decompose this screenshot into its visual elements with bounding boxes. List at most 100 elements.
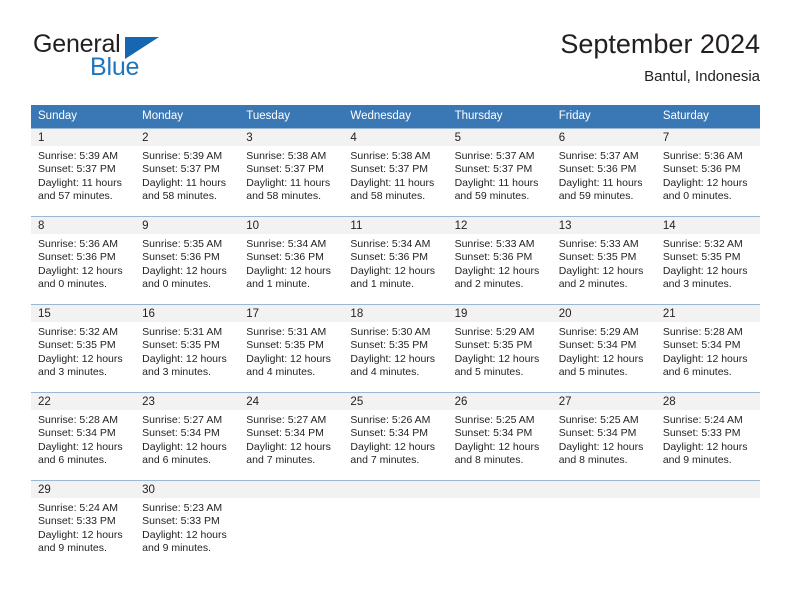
calendar-day-cell[interactable]: 24 Sunrise: 5:27 AM Sunset: 5:34 PM Dayligh… (239, 392, 344, 480)
day-details: Sunrise: 5:37 AM Sunset: 5:37 PM Daylight:… (448, 146, 552, 204)
calendar-week-row: 22 Sunrise: 5:28 AM Sunset: 5:34 PM Dayligh… (31, 392, 760, 480)
calendar-day-cell[interactable]: 2 Sunrise: 5:39 AM Sunset: 5:37 PM Daylight… (135, 128, 240, 216)
calendar-day-cell[interactable]: 25 Sunrise: 5:26 AM Sunset: 5:34 PM Dayligh… (343, 392, 448, 480)
calendar-day-cell[interactable]: 30 Sunrise: 5:23 AM Sunset: 5:33 PM Dayligh… (135, 480, 240, 568)
sunrise-text: Sunrise: 5:29 AM (454, 326, 535, 338)
calendar-day-cell[interactable]: 13 Sunrise: 5:33 AM Sunset: 5:35 PM Dayligh… (551, 216, 656, 304)
calendar-day-cell[interactable]: 19 Sunrise: 5:29 AM Sunset: 5:35 PM Dayligh… (447, 304, 552, 392)
calendar-day-cell[interactable]: 12 Sunrise: 5:33 AM Sunset: 5:36 PM Dayligh… (447, 216, 552, 304)
calendar-day-cell[interactable]: 4 Sunrise: 5:38 AM Sunset: 5:37 PM Daylight… (343, 128, 448, 216)
calendar-cell-inner: 13 Sunrise: 5:33 AM Sunset: 5:35 PM Dayligh… (551, 216, 656, 304)
calendar-day-cell[interactable]: 26 Sunrise: 5:25 AM Sunset: 5:34 PM Dayligh… (447, 392, 552, 480)
brand-name-blue: Blue (90, 53, 140, 81)
day-details: Sunrise: 5:24 AM Sunset: 5:33 PM Daylight:… (31, 498, 135, 556)
calendar-week-row: 1 Sunrise: 5:39 AM Sunset: 5:37 PM Daylight… (31, 128, 760, 216)
sunrise-text: Sunrise: 5:24 AM (662, 414, 743, 426)
calendar-day-cell[interactable]: 18 Sunrise: 5:30 AM Sunset: 5:35 PM Dayligh… (343, 304, 448, 392)
calendar-day-cell[interactable]: 21 Sunrise: 5:28 AM Sunset: 5:34 PM Dayligh… (655, 304, 760, 392)
daylight-text: Daylight: 12 hours and 9 minutes. (142, 528, 227, 555)
daylight-text: Daylight: 12 hours and 9 minutes. (662, 440, 748, 467)
calendar-cell-inner: 27 Sunrise: 5:25 AM Sunset: 5:34 PM Dayligh… (551, 392, 656, 480)
calendar-day-cell[interactable]: 5 Sunrise: 5:37 AM Sunset: 5:37 PM Daylight… (447, 128, 552, 216)
brand-logo[interactable]: General Blue (31, 28, 271, 88)
calendar-day-cell[interactable]: 6 Sunrise: 5:37 AM Sunset: 5:36 PM Daylight… (551, 128, 656, 216)
calendar-day-cell[interactable]: 29 Sunrise: 5:24 AM Sunset: 5:33 PM Dayligh… (31, 480, 136, 568)
calendar-cell-empty (655, 480, 760, 568)
day-number: 6 (551, 129, 656, 146)
sunset-text: Sunset: 5:35 PM (350, 339, 429, 352)
calendar-day-cell[interactable]: 10 Sunrise: 5:34 AM Sunset: 5:36 PM Dayligh… (239, 216, 344, 304)
calendar-cell-inner: 7 Sunrise: 5:36 AM Sunset: 5:36 PM Daylight… (655, 128, 760, 216)
page-location: Bantul, Indonesia (644, 68, 760, 85)
day-details (239, 498, 343, 502)
sunset-text: Sunset: 5:35 PM (662, 251, 741, 264)
sunrise-text: Sunrise: 5:34 AM (246, 238, 327, 250)
day-number: 16 (135, 305, 240, 322)
sunrise-text: Sunrise: 5:38 AM (350, 150, 431, 162)
day-details: Sunrise: 5:23 AM Sunset: 5:33 PM Daylight:… (135, 498, 239, 556)
day-number: 19 (447, 305, 552, 322)
day-number (447, 481, 552, 498)
calendar-cell-inner (239, 480, 344, 568)
sunset-text: Sunset: 5:34 PM (246, 427, 324, 440)
calendar-day-cell[interactable]: 15 Sunrise: 5:32 AM Sunset: 5:35 PM Dayligh… (31, 304, 136, 392)
sunset-text: Sunset: 5:37 PM (350, 163, 429, 176)
calendar-day-cell[interactable]: 20 Sunrise: 5:29 AM Sunset: 5:34 PM Dayligh… (551, 304, 656, 392)
day-number: 22 (31, 393, 136, 410)
calendar-day-cell[interactable]: 22 Sunrise: 5:28 AM Sunset: 5:34 PM Dayligh… (31, 392, 136, 480)
sunset-text: Sunset: 5:35 PM (246, 339, 324, 352)
calendar-day-cell[interactable]: 11 Sunrise: 5:34 AM Sunset: 5:36 PM Dayligh… (343, 216, 448, 304)
day-details: Sunrise: 5:30 AM Sunset: 5:35 PM Daylight:… (343, 322, 447, 380)
day-details: Sunrise: 5:31 AM Sunset: 5:35 PM Daylight:… (239, 322, 343, 380)
sunset-text: Sunset: 5:34 PM (558, 427, 637, 440)
day-number: 25 (343, 393, 448, 410)
calendar-cell-inner: 6 Sunrise: 5:37 AM Sunset: 5:36 PM Daylight… (551, 128, 656, 216)
day-number: 15 (31, 305, 136, 322)
sunset-text: Sunset: 5:37 PM (142, 163, 220, 176)
sunset-text: Sunset: 5:35 PM (454, 339, 533, 352)
day-details: Sunrise: 5:36 AM Sunset: 5:36 PM Daylight:… (656, 146, 760, 204)
calendar-day-cell[interactable]: 3 Sunrise: 5:38 AM Sunset: 5:37 PM Daylight… (239, 128, 344, 216)
calendar-day-cell[interactable]: 16 Sunrise: 5:31 AM Sunset: 5:35 PM Dayligh… (135, 304, 240, 392)
sunset-text: Sunset: 5:34 PM (350, 427, 429, 440)
sunset-text: Sunset: 5:35 PM (142, 339, 220, 352)
sunset-text: Sunset: 5:36 PM (142, 251, 220, 264)
sunset-text: Sunset: 5:33 PM (38, 515, 116, 528)
calendar-day-cell[interactable]: 28 Sunrise: 5:24 AM Sunset: 5:33 PM Dayligh… (655, 392, 760, 480)
sunset-text: Sunset: 5:34 PM (662, 339, 741, 352)
sunset-text: Sunset: 5:35 PM (558, 251, 637, 264)
calendar-day-cell[interactable]: 27 Sunrise: 5:25 AM Sunset: 5:34 PM Dayligh… (551, 392, 656, 480)
calendar-day-cell[interactable]: 14 Sunrise: 5:32 AM Sunset: 5:35 PM Dayligh… (655, 216, 760, 304)
sunset-text: Sunset: 5:36 PM (662, 163, 741, 176)
daylight-text: Daylight: 11 hours and 57 minutes. (38, 176, 122, 203)
calendar-day-cell[interactable]: 9 Sunrise: 5:35 AM Sunset: 5:36 PM Daylight… (135, 216, 240, 304)
calendar-cell-inner: 18 Sunrise: 5:30 AM Sunset: 5:35 PM Dayligh… (343, 304, 448, 392)
weekday-header-monday: Monday (135, 105, 240, 128)
daylight-text: Daylight: 12 hours and 6 minutes. (38, 440, 123, 467)
day-details: Sunrise: 5:35 AM Sunset: 5:36 PM Daylight:… (135, 234, 239, 292)
day-details: Sunrise: 5:36 AM Sunset: 5:36 PM Daylight:… (31, 234, 135, 292)
calendar-week-row: 29 Sunrise: 5:24 AM Sunset: 5:33 PM Dayligh… (31, 480, 760, 568)
calendar-cell-inner: 2 Sunrise: 5:39 AM Sunset: 5:37 PM Daylight… (135, 128, 240, 216)
calendar-day-cell[interactable]: 1 Sunrise: 5:39 AM Sunset: 5:37 PM Daylight… (31, 128, 136, 216)
sunset-text: Sunset: 5:37 PM (246, 163, 324, 176)
day-details: Sunrise: 5:37 AM Sunset: 5:36 PM Daylight:… (552, 146, 656, 204)
day-details: Sunrise: 5:31 AM Sunset: 5:35 PM Daylight:… (135, 322, 239, 380)
sunset-text: Sunset: 5:36 PM (350, 251, 429, 264)
calendar-day-cell[interactable]: 23 Sunrise: 5:27 AM Sunset: 5:34 PM Dayligh… (135, 392, 240, 480)
weekday-header-saturday: Saturday (655, 105, 760, 128)
calendar-cell-inner: 28 Sunrise: 5:24 AM Sunset: 5:33 PM Dayligh… (655, 392, 760, 480)
daylight-text: Daylight: 12 hours and 1 minute. (350, 264, 436, 291)
day-number: 13 (551, 217, 656, 234)
calendar-day-cell[interactable]: 17 Sunrise: 5:31 AM Sunset: 5:35 PM Dayligh… (239, 304, 344, 392)
sunrise-text: Sunrise: 5:26 AM (350, 414, 431, 426)
sunrise-text: Sunrise: 5:25 AM (454, 414, 535, 426)
daylight-text: Daylight: 12 hours and 8 minutes. (454, 440, 540, 467)
day-number: 28 (655, 393, 760, 410)
day-number: 9 (135, 217, 240, 234)
calendar-day-cell[interactable]: 8 Sunrise: 5:36 AM Sunset: 5:36 PM Daylight… (31, 216, 136, 304)
calendar-day-cell[interactable]: 7 Sunrise: 5:36 AM Sunset: 5:36 PM Daylight… (655, 128, 760, 216)
day-number: 26 (447, 393, 552, 410)
sunset-text: Sunset: 5:36 PM (38, 251, 116, 264)
calendar-page: General Blue September 2024 Bantul, Indo… (0, 0, 792, 612)
